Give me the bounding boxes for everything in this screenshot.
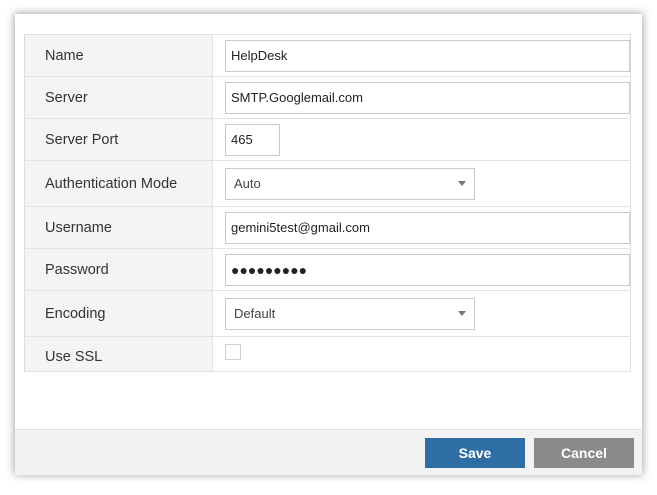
encoding-select[interactable]: Default [225, 297, 475, 330]
encoding-label: Encoding [24, 290, 213, 337]
form-row-use-ssl: Use SSL [24, 336, 631, 372]
server-port-input-value: 465 [231, 132, 253, 147]
use-ssl-label: Use SSL [24, 336, 213, 372]
dialog-footer: Save Cancel [15, 429, 642, 475]
server-port-label: Server Port [24, 118, 213, 161]
mail-server-dialog: Name HelpDesk Server SMTP.Googlemail.com… [15, 14, 642, 475]
server-input-value: SMTP.Googlemail.com [231, 90, 363, 105]
cancel-button[interactable]: Cancel [534, 438, 634, 468]
server-input[interactable]: SMTP.Googlemail.com [225, 81, 630, 114]
chevron-down-icon [458, 311, 466, 316]
form-row-name: Name HelpDesk [24, 34, 631, 77]
server-label: Server [24, 76, 213, 119]
form-row-server: Server SMTP.Googlemail.com [24, 76, 631, 119]
form-row-encoding: Encoding Default [24, 290, 631, 337]
auth-mode-selected-value: Auto [234, 176, 261, 191]
name-label: Name [24, 34, 213, 77]
use-ssl-checkbox[interactable] [225, 343, 241, 360]
save-button[interactable]: Save [425, 438, 525, 468]
username-input[interactable]: gemini5test@gmail.com [225, 211, 630, 244]
form-row-password: Password ●●●●●●●●● [24, 248, 631, 291]
encoding-selected-value: Default [234, 306, 276, 321]
username-input-value: gemini5test@gmail.com [231, 220, 370, 235]
form-row-auth-mode: Authentication Mode Auto [24, 160, 631, 207]
chevron-down-icon [458, 181, 466, 186]
name-input[interactable]: HelpDesk [225, 39, 630, 72]
password-input-value: ●●●●●●●●● [231, 261, 308, 278]
server-port-input[interactable]: 465 [225, 123, 280, 156]
name-input-value: HelpDesk [231, 48, 288, 63]
form-row-server-port: Server Port 465 [24, 118, 631, 161]
mail-server-form: Name HelpDesk Server SMTP.Googlemail.com… [24, 34, 631, 372]
auth-mode-select[interactable]: Auto [225, 167, 475, 200]
auth-mode-label: Authentication Mode [24, 160, 213, 207]
form-row-username: Username gemini5test@gmail.com [24, 206, 631, 249]
password-input[interactable]: ●●●●●●●●● [225, 253, 630, 286]
password-label: Password [24, 248, 213, 291]
username-label: Username [24, 206, 213, 249]
